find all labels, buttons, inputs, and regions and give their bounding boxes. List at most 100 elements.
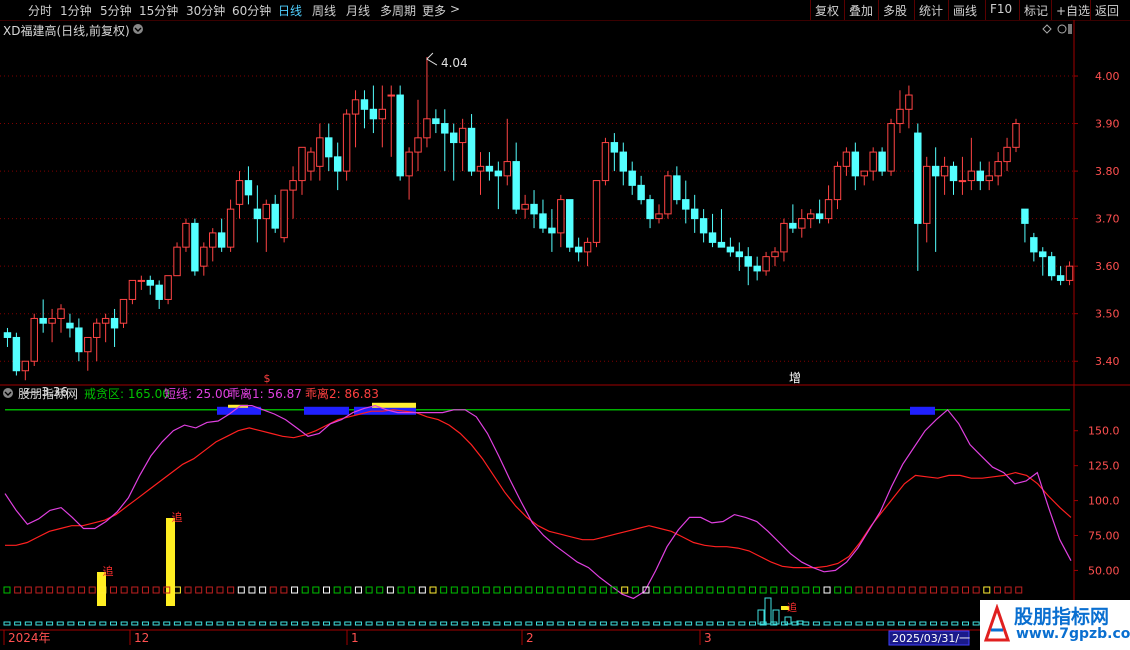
candle-body[interactable] <box>128 279 137 300</box>
candle-body[interactable] <box>1012 123 1020 148</box>
candle-body[interactable] <box>967 170 976 182</box>
candle-body[interactable] <box>628 170 636 186</box>
candle-body[interactable] <box>1056 275 1065 281</box>
candle-body[interactable] <box>173 246 181 277</box>
candle-body[interactable] <box>217 232 226 248</box>
candle-body[interactable] <box>298 146 306 182</box>
candle-body[interactable] <box>896 108 904 125</box>
indicator-dropdown-icon[interactable] <box>3 388 13 398</box>
dropdown-circle-icon[interactable] <box>133 24 143 34</box>
candle-body[interactable] <box>842 151 851 167</box>
candle-body[interactable] <box>119 298 128 324</box>
candle-body[interactable] <box>441 123 449 134</box>
candle-body[interactable] <box>84 336 92 353</box>
candle-body[interactable] <box>30 317 38 362</box>
candle-body[interactable] <box>405 151 413 177</box>
candle-body[interactable] <box>360 99 369 110</box>
candle-body[interactable] <box>414 137 422 153</box>
candle-body[interactable] <box>646 199 654 220</box>
scroll-handle[interactable] <box>1068 24 1072 34</box>
candle-body[interactable] <box>476 165 485 172</box>
candle-body[interactable] <box>271 203 279 229</box>
candle-body[interactable] <box>923 165 931 224</box>
candle-body[interactable] <box>601 142 610 182</box>
candle-body[interactable] <box>994 161 1002 177</box>
candle-body[interactable] <box>316 137 324 167</box>
candle-body[interactable] <box>333 156 342 172</box>
candle-body[interactable] <box>699 218 708 234</box>
candle-body[interactable] <box>200 246 208 267</box>
candle-body[interactable] <box>637 184 645 201</box>
candle-body[interactable] <box>66 322 74 329</box>
candle-body[interactable] <box>905 94 913 110</box>
candle-body[interactable] <box>744 256 752 267</box>
candle-body[interactable] <box>494 170 503 177</box>
candle-body[interactable] <box>824 199 833 220</box>
candle-body[interactable] <box>610 142 619 153</box>
candle-body[interactable] <box>708 232 717 243</box>
candle-body[interactable] <box>253 208 262 220</box>
candle-body[interactable] <box>664 175 672 215</box>
candle-body[interactable] <box>342 113 351 172</box>
candle-body[interactable] <box>860 170 868 177</box>
candle-body[interactable] <box>887 123 895 172</box>
candle-body[interactable] <box>101 317 110 324</box>
candle-body[interactable] <box>387 94 395 97</box>
candle-body[interactable] <box>780 222 788 253</box>
candle-body[interactable] <box>753 265 761 272</box>
candle-body[interactable] <box>262 203 271 220</box>
candle-body[interactable] <box>21 360 30 372</box>
candle-body[interactable] <box>75 327 83 353</box>
candle-body[interactable] <box>673 175 681 201</box>
candle-body[interactable] <box>851 151 860 177</box>
candle-body[interactable] <box>458 127 467 144</box>
diamond-icon[interactable] <box>1042 24 1052 34</box>
candle-body[interactable] <box>396 94 404 177</box>
candle-body[interactable] <box>878 151 886 172</box>
candle-body[interactable] <box>307 151 315 172</box>
candle-body[interactable] <box>958 180 967 183</box>
candle-body[interactable] <box>1065 265 1074 281</box>
candle-body[interactable] <box>1047 256 1056 277</box>
candle-body[interactable] <box>682 199 690 210</box>
candle-body[interactable] <box>815 213 824 220</box>
candle-body[interactable] <box>48 317 56 324</box>
candle-body[interactable] <box>244 180 253 196</box>
candle-body[interactable] <box>1021 208 1029 224</box>
candle-body[interactable] <box>12 336 21 372</box>
candle-body[interactable] <box>57 308 65 319</box>
candle-body[interactable] <box>485 165 494 172</box>
candle-body[interactable] <box>182 222 190 248</box>
candle-body[interactable] <box>289 180 297 191</box>
candle-body[interactable] <box>325 137 333 158</box>
candle-body[interactable] <box>351 99 360 115</box>
candle-body[interactable] <box>869 151 877 172</box>
candle-body[interactable] <box>1003 146 1011 163</box>
candle-body[interactable] <box>690 208 699 220</box>
candle-body[interactable] <box>226 208 235 248</box>
candle-body[interactable] <box>512 161 520 210</box>
candle-body[interactable] <box>762 256 770 272</box>
candle-body[interactable] <box>914 132 922 224</box>
candle-body[interactable] <box>146 279 154 286</box>
circle-toggle-icon[interactable] <box>1057 24 1067 34</box>
candle-body[interactable] <box>548 227 556 234</box>
candle-body[interactable] <box>833 165 842 201</box>
candle-body[interactable] <box>789 222 797 229</box>
candle-body[interactable] <box>378 108 387 120</box>
candle-body[interactable] <box>798 218 806 229</box>
candle-body[interactable] <box>940 165 949 177</box>
candle-body[interactable] <box>735 251 744 258</box>
candle-body[interactable] <box>432 118 440 125</box>
candle-body[interactable] <box>1039 251 1047 258</box>
candle-body[interactable] <box>467 127 476 172</box>
candle-body[interactable] <box>164 275 172 300</box>
candle-body[interactable] <box>931 165 940 177</box>
candle-body[interactable] <box>1030 237 1038 253</box>
candle-body[interactable] <box>717 241 726 248</box>
kline-chart[interactable]: 4.003.903.803.703.603.503.404.043.36$ 增股朋… <box>0 0 1130 650</box>
candle-body[interactable] <box>655 213 663 220</box>
candle-body[interactable] <box>423 118 431 139</box>
candle-body[interactable] <box>209 232 217 248</box>
candle-body[interactable] <box>449 132 458 144</box>
